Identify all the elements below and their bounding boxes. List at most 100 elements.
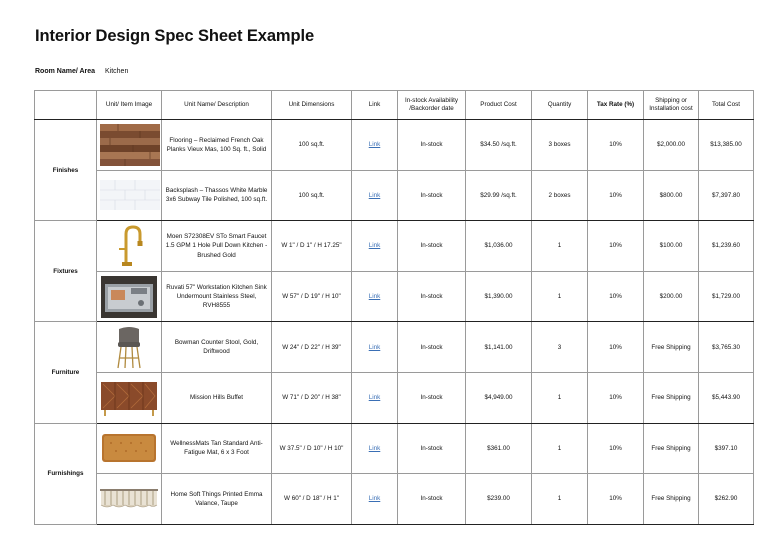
item-cost: $239.00 — [465, 473, 532, 525]
item-image-cell — [96, 422, 162, 475]
item-link[interactable]: Link — [351, 220, 398, 272]
category-finishes: Finishes — [34, 118, 97, 222]
item-shipping: $200.00 — [643, 270, 699, 323]
table-row: Home Soft Things Printed Emma Valance, T… — [35, 473, 754, 525]
item-image-cell — [96, 220, 162, 272]
item-dimensions: W 71" / D 20" / H 38" — [271, 371, 352, 424]
item-quantity: 1 — [531, 473, 588, 525]
spec-table: Unit/ Item Image Unit Name/ Description … — [34, 90, 754, 525]
header-name: Unit Name/ Description — [161, 90, 272, 120]
item-image-cell — [96, 119, 162, 171]
item-cost: $29.99 /sq.ft. — [465, 169, 532, 222]
item-image-cell — [96, 371, 162, 424]
item-total: $7,397.80 — [698, 169, 754, 222]
header-total: Total Cost — [698, 90, 754, 120]
item-tax: 10% — [587, 220, 644, 272]
table-row: Furnishings WellnessMats Tan Standard Ant… — [34, 422, 754, 525]
header-category — [34, 90, 97, 120]
room-value: Kitchen — [105, 68, 129, 75]
item-total: $397.10 — [698, 422, 754, 475]
item-shipping: Free Shipping — [643, 371, 699, 424]
item-tax: 10% — [587, 422, 644, 475]
header-dimensions: Unit Dimensions — [271, 90, 352, 120]
item-image-cell — [96, 473, 162, 525]
item-name: WellnessMats Tan Standard Anti-Fatigue M… — [161, 422, 272, 475]
table-row: Ruvati 57" Workstation Kitchen Sink Unde… — [35, 270, 754, 323]
item-stock: In-stock — [397, 119, 466, 171]
header-stock: In-stock Availability /Backorder date — [397, 90, 466, 120]
item-quantity: 3 — [531, 321, 588, 373]
table-header: Unit/ Item Image Unit Name/ Description … — [34, 90, 754, 120]
item-cost: $361.00 — [465, 422, 532, 475]
item-quantity: 1 — [531, 220, 588, 272]
item-dimensions: W 1" / D 1" / H 17.25" — [271, 220, 352, 272]
item-shipping: $2,000.00 — [643, 119, 699, 171]
table-row: Fixtures Moen S72308EV STo Smart Faucet 1… — [34, 220, 754, 323]
item-name: Flooring – Reclaimed French Oak Planks V… — [161, 119, 272, 171]
item-dimensions: 100 sq.ft. — [271, 119, 352, 171]
item-stock: In-stock — [397, 220, 466, 272]
item-name: Backsplash – Thassos White Marble 3x6 Su… — [161, 169, 272, 222]
item-link[interactable]: Link — [351, 169, 398, 222]
item-name: Mission Hills Buffet — [161, 371, 272, 424]
category-furniture: Furniture — [34, 321, 97, 424]
item-dimensions: W 37.5" / D 10" / H 10" — [271, 422, 352, 475]
header-image: Unit/ Item Image — [96, 90, 162, 120]
floor-mat-image — [100, 433, 158, 463]
valance-image — [100, 488, 158, 510]
item-total: $3,765.30 — [698, 321, 754, 373]
item-tax: 10% — [587, 119, 644, 171]
item-image-cell — [96, 321, 162, 373]
item-stock: In-stock — [397, 422, 466, 475]
page-title: Interior Design Spec Sheet Example — [35, 27, 315, 45]
table-row: Finishes Flooring – Reclaimed French Oak … — [34, 118, 754, 222]
item-link[interactable]: Link — [351, 321, 398, 373]
item-total: $1,239.60 — [698, 220, 754, 272]
header-tax: Tax Rate (%) — [587, 90, 644, 120]
header-quantity: Quantity — [531, 90, 588, 120]
item-link[interactable]: Link — [351, 119, 398, 171]
item-tax: 10% — [587, 270, 644, 323]
item-name: Home Soft Things Printed Emma Valance, T… — [161, 473, 272, 525]
item-link[interactable]: Link — [351, 422, 398, 475]
header-cost: Product Cost — [465, 90, 532, 120]
item-image-cell — [96, 270, 162, 323]
item-total: $262.90 — [698, 473, 754, 525]
item-tax: 10% — [587, 371, 644, 424]
category-furnishings: Furnishings — [34, 422, 97, 525]
item-link[interactable]: Link — [351, 473, 398, 525]
header-link: Link — [351, 90, 398, 120]
item-tax: 10% — [587, 321, 644, 373]
item-shipping: Free Shipping — [643, 422, 699, 475]
item-cost: $1,390.00 — [465, 270, 532, 323]
table-row: Mission Hills Buffet W 71" / D 20" / H 38… — [35, 371, 754, 424]
table-row: Backsplash – Thassos White Marble 3x6 Su… — [35, 169, 754, 222]
table-row: Furniture Bowman Counter Stool, Gold, Dri… — [34, 321, 754, 424]
item-total: $5,443.90 — [698, 371, 754, 424]
header-shipping: Shipping or Installation cost — [643, 90, 699, 120]
item-shipping: Free Shipping — [643, 321, 699, 373]
item-stock: In-stock — [397, 321, 466, 373]
item-shipping: $100.00 — [643, 220, 699, 272]
counter-stool-image — [100, 325, 158, 369]
item-dimensions: W 24" / D 22" / H 39" — [271, 321, 352, 373]
item-stock: In-stock — [397, 473, 466, 525]
item-stock: In-stock — [397, 270, 466, 323]
wood-flooring-image — [100, 123, 160, 166]
item-tax: 10% — [587, 169, 644, 222]
item-dimensions: W 60" / D 18" / H 1" — [271, 473, 352, 525]
item-link[interactable]: Link — [351, 270, 398, 323]
room-info: Room Name/ Area Kitchen — [35, 68, 128, 75]
item-total: $13,385.00 — [698, 119, 754, 171]
item-quantity: 3 boxes — [531, 119, 588, 171]
item-cost: $1,141.00 — [465, 321, 532, 373]
category-fixtures: Fixtures — [34, 220, 97, 323]
item-total: $1,729.00 — [698, 270, 754, 323]
buffet-image — [100, 380, 158, 416]
item-link[interactable]: Link — [351, 371, 398, 424]
item-tax: 10% — [587, 473, 644, 525]
marble-tile-image — [100, 180, 160, 211]
item-dimensions: 100 sq.ft. — [271, 169, 352, 222]
item-shipping: Free Shipping — [643, 473, 699, 525]
faucet-image — [100, 224, 158, 268]
